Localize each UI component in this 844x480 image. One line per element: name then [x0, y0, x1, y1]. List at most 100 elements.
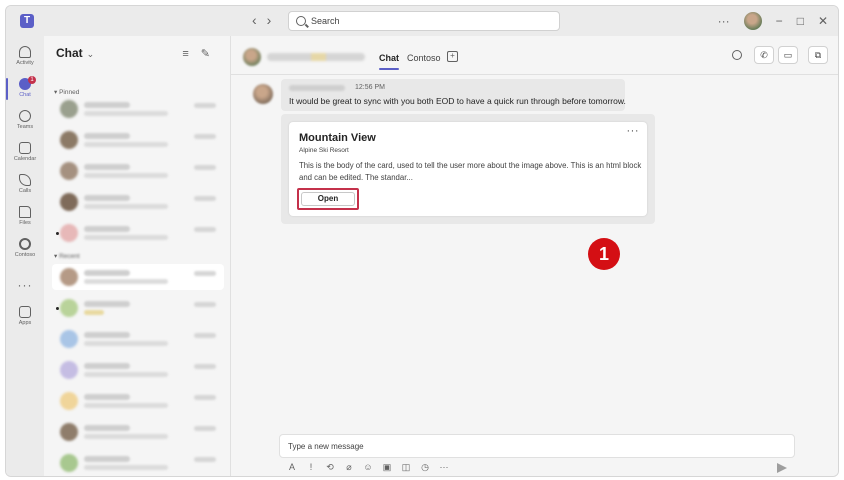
step-number-badge: 1 — [588, 238, 620, 270]
audio-call-button[interactable]: ✆ — [754, 46, 774, 64]
share-screen-button[interactable]: ⧉ — [808, 46, 828, 64]
minimize-button[interactable]: − — [776, 14, 783, 28]
filter-icon[interactable]: ≡ — [182, 48, 200, 60]
unread-badge: 1 — [28, 76, 36, 84]
list-item-time — [194, 302, 216, 307]
list-item-name — [84, 425, 130, 431]
list-item[interactable] — [52, 127, 224, 153]
open-button[interactable]: Open — [301, 192, 355, 206]
rail-item-apps[interactable]: Apps — [6, 304, 44, 334]
add-tab-icon[interactable]: + — [447, 51, 458, 62]
list-item[interactable] — [52, 158, 224, 184]
rail-label: Files — [19, 220, 31, 226]
composer-toolbar: A ! ⟲ ⌀ ☺ ▣ ◫ ◷ ··· — [287, 462, 449, 472]
rail-item-activity[interactable]: Activity — [6, 44, 44, 74]
list-item-preview — [84, 372, 168, 377]
open-button-highlight: Open — [297, 188, 359, 210]
copilot-icon[interactable] — [732, 50, 742, 60]
phone-icon — [19, 174, 31, 186]
more-apps-icon[interactable]: ··· — [6, 278, 44, 292]
priority-icon[interactable]: ! — [306, 462, 316, 472]
list-item-preview — [84, 310, 104, 315]
video-call-button[interactable]: ▭ — [778, 46, 798, 64]
list-item-preview — [84, 235, 168, 240]
rail-item-chat[interactable]: 1 Chat — [6, 76, 44, 106]
avatar — [60, 268, 78, 286]
message-bubble[interactable]: 12:56 PM It would be great to sync with … — [281, 79, 626, 111]
rail-label: Contoso — [14, 252, 36, 258]
avatar — [60, 131, 78, 149]
avatar — [60, 454, 78, 472]
avatar — [60, 224, 78, 242]
maximize-button[interactable]: □ — [797, 14, 804, 28]
sender-avatar — [253, 84, 273, 104]
section-pinned-label: Pinned — [59, 89, 80, 96]
more-actions-icon[interactable]: ··· — [439, 462, 449, 472]
list-item-name — [84, 394, 130, 400]
list-item-name — [84, 301, 130, 307]
tab-chat[interactable]: Chat — [379, 53, 399, 70]
list-item[interactable] — [52, 96, 224, 122]
avatar — [60, 100, 78, 118]
list-item-time — [194, 271, 216, 276]
send-icon[interactable] — [777, 463, 787, 473]
list-item-name — [84, 363, 130, 369]
list-item[interactable] — [52, 357, 224, 383]
list-item[interactable] — [52, 419, 224, 445]
card-more-options-icon[interactable]: ··· — [627, 125, 640, 137]
rail-item-teams[interactable]: Teams — [6, 108, 44, 138]
rail-label: Teams — [16, 124, 34, 130]
list-item-name — [84, 270, 130, 276]
schedule-icon[interactable]: ◷ — [420, 462, 430, 472]
list-item-selected[interactable] — [52, 264, 224, 290]
conversation-name[interactable] — [267, 53, 365, 61]
emoji-icon[interactable]: ☺ — [363, 462, 373, 472]
rail-item-contoso[interactable]: Contoso — [6, 236, 44, 266]
section-recent-label: Recent — [59, 253, 80, 260]
list-item[interactable] — [52, 220, 224, 246]
list-item-name — [84, 332, 130, 338]
close-button[interactable]: ✕ — [818, 14, 828, 28]
rail-item-files[interactable]: Files — [6, 204, 44, 234]
tab-contoso[interactable]: Contoso — [407, 53, 441, 63]
forward-arrow-icon[interactable]: › — [267, 12, 282, 28]
list-item-time — [194, 333, 216, 338]
more-options-icon[interactable]: ··· — [718, 14, 730, 28]
search-input[interactable]: Search — [288, 11, 560, 31]
rail-item-calendar[interactable]: Calendar — [6, 140, 44, 170]
new-chat-icon[interactable]: ✎ — [201, 48, 222, 60]
list-item-time — [194, 134, 216, 139]
call-controls: ✆ ▭ ⧉ — [732, 46, 828, 64]
list-item[interactable] — [52, 189, 224, 215]
list-item[interactable] — [52, 326, 224, 352]
chevron-down-icon: ⌄ — [86, 49, 95, 59]
profile-avatar[interactable] — [743, 12, 762, 30]
unread-dot — [56, 232, 59, 235]
history-nav[interactable]: ‹› — [252, 12, 281, 28]
loop-icon[interactable]: ⟲ — [325, 462, 335, 472]
list-item-preview — [84, 142, 168, 147]
list-item[interactable] — [52, 295, 224, 321]
list-item-time — [194, 457, 216, 462]
gif-icon[interactable]: ▣ — [382, 462, 392, 472]
section-recent[interactable]: ▾ Recent — [54, 252, 80, 260]
list-item[interactable] — [52, 450, 224, 476]
rail-label: Chat — [19, 92, 31, 98]
attach-icon[interactable]: ⌀ — [344, 462, 354, 472]
rail-item-calls[interactable]: Calls — [6, 172, 44, 202]
list-item-time — [194, 103, 216, 108]
format-icon[interactable]: A — [287, 462, 297, 472]
composer-placeholder: Type a new message — [288, 442, 364, 451]
back-arrow-icon[interactable]: ‹ — [252, 12, 267, 28]
chat-list-title[interactable]: Chat ⌄ — [56, 46, 94, 60]
search-icon — [296, 16, 306, 26]
adaptive-card: ··· Mountain View Alpine Ski Resort This… — [289, 122, 647, 216]
list-item[interactable] — [52, 388, 224, 414]
sticker-icon[interactable]: ◫ — [401, 462, 411, 472]
section-pinned[interactable]: ▾ Pinned — [54, 88, 79, 96]
chat-list-pane: Chat ⌄ ≡✎ ▾ Pinned ▾ Recent — [44, 36, 231, 476]
message-composer[interactable]: Type a new message — [279, 434, 795, 458]
list-item-time — [194, 426, 216, 431]
unread-dot — [56, 307, 59, 310]
avatar — [60, 361, 78, 379]
